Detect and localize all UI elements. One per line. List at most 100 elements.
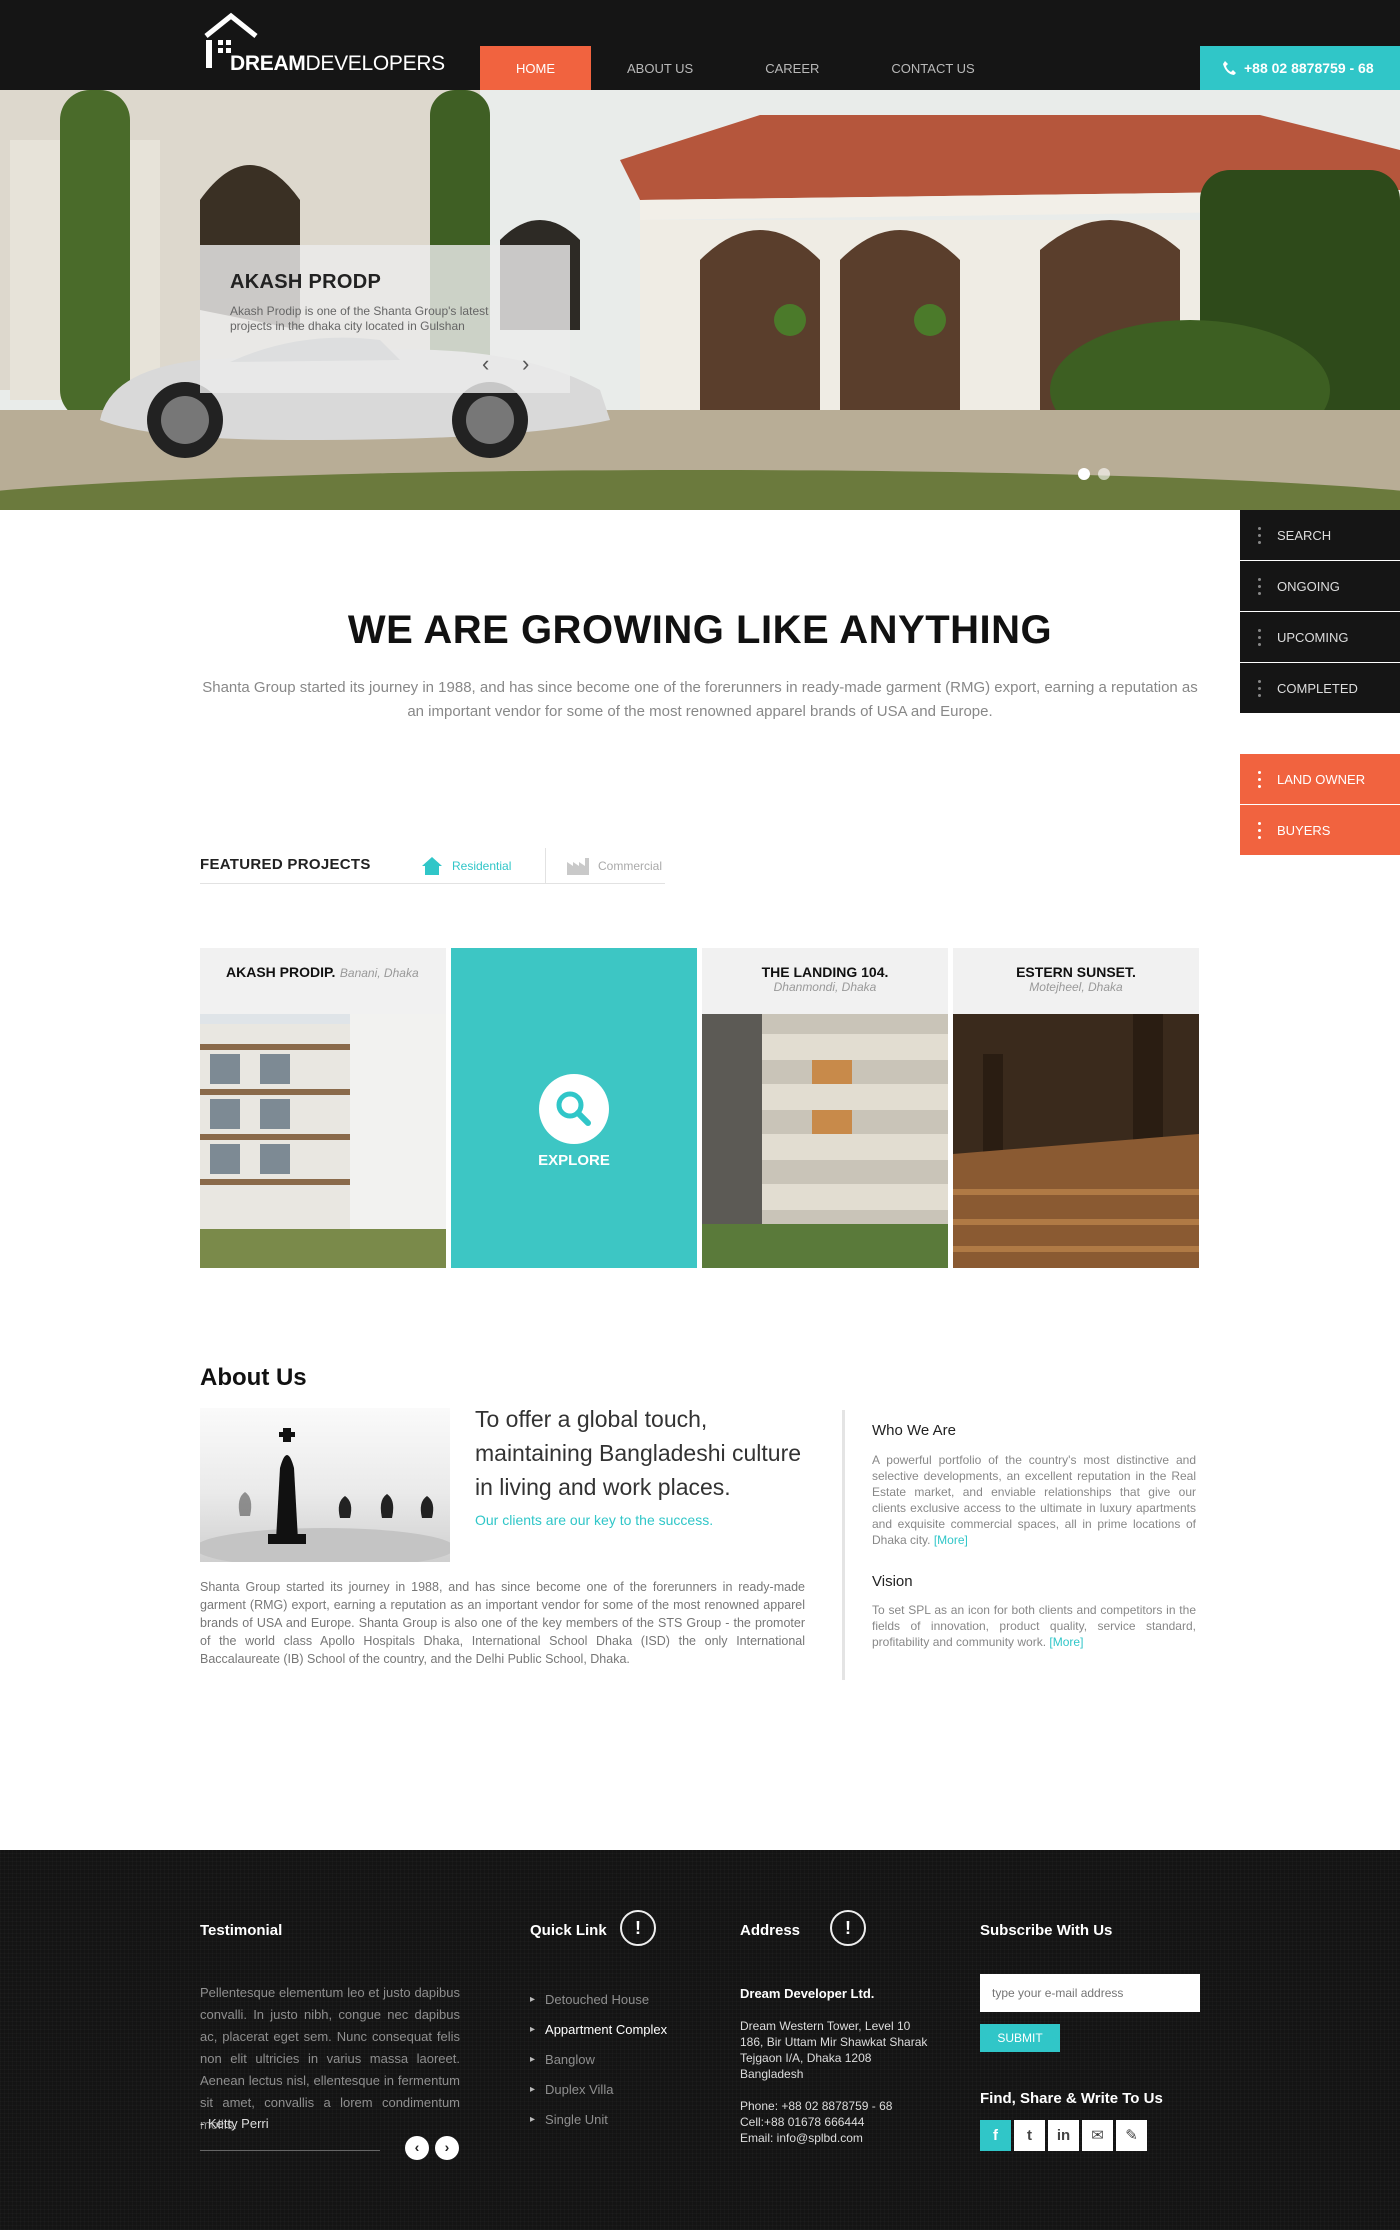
search-icon[interactable] xyxy=(539,1074,609,1144)
address-line: Bangladesh xyxy=(740,2067,804,2081)
explore-card[interactable]: EXPLORE xyxy=(451,948,697,1268)
main-nav: HOME ABOUT US CAREER CONTACT US xyxy=(480,46,1011,90)
address-line: Dream Western Tower, Level 10 xyxy=(740,2019,911,2033)
quicklink-item[interactable]: ▸ Appartment Complex xyxy=(530,2014,667,2044)
quicklink-item[interactable]: ▸ Detouched House xyxy=(530,1984,667,2014)
slide-description: Akash Prodip is one of the Shanta Group'… xyxy=(230,304,489,333)
more-link[interactable]: [More] xyxy=(1049,1635,1083,1649)
side-item-label: BUYERS xyxy=(1277,822,1331,838)
chevron-left-icon[interactable]: ‹ xyxy=(405,2136,429,2160)
vision-text: To set SPL as an icon for both clients a… xyxy=(872,1603,1196,1649)
side-item-label: SEARCH xyxy=(1277,527,1332,543)
explore-label: EXPLORE xyxy=(538,1152,610,1169)
side-item-label: LAND OWNER xyxy=(1277,771,1366,787)
side-item-land-owner[interactable]: LAND OWNER xyxy=(1240,754,1400,804)
intro-text: Shanta Group started its journey in 1988… xyxy=(202,679,1198,720)
side-item-completed[interactable]: COMPLETED xyxy=(1240,663,1400,713)
chevron-right-icon[interactable]: › xyxy=(435,2136,459,2160)
side-item-label: COMPLETED xyxy=(1277,680,1358,696)
house-icon xyxy=(422,857,442,875)
menu-dots-icon xyxy=(1258,679,1261,697)
project-cards: AKASH PRODIP. Banani, Dhaka EXPLORE THE … xyxy=(200,948,1200,1268)
site-footer: Testimonial Pellentesque elementum leo e… xyxy=(0,1850,1400,2230)
chevron-right-icon: ▸ xyxy=(530,1993,536,2005)
about-tagline: Our clients are our key to the success. xyxy=(475,1512,714,1528)
project-name: AKASH PRODIP. xyxy=(226,964,336,980)
menu-dots-icon xyxy=(1258,821,1261,839)
address-line: Tejgaon I/A, Dhaka 1208 xyxy=(740,2051,872,2065)
address-title: Address xyxy=(740,1922,801,1939)
quicklink-item[interactable]: ▸ Banglow xyxy=(530,2044,667,2074)
chevron-right-icon: ▸ xyxy=(530,2083,536,2095)
twitter-icon[interactable]: t xyxy=(1014,2120,1045,2151)
quicklink-title: Quick Link xyxy=(530,1922,607,1939)
logo[interactable]: DREAMDEVELOPERS xyxy=(200,12,445,76)
project-image xyxy=(702,1014,948,1268)
linkedin-icon[interactable]: in xyxy=(1048,2120,1079,2151)
testimonial-title: Testimonial xyxy=(200,1922,283,1939)
phone-icon xyxy=(1223,61,1236,75)
tab-residential[interactable]: Residential xyxy=(420,848,511,884)
about-divider xyxy=(842,1410,845,1680)
nav-about[interactable]: ABOUT US xyxy=(591,46,729,90)
email-field[interactable] xyxy=(980,1974,1200,2012)
factory-icon xyxy=(567,858,589,875)
project-image xyxy=(953,1014,1199,1268)
project-card[interactable]: THE LANDING 104. Dhanmondi, Dhaka xyxy=(702,948,948,1268)
slider-dot[interactable] xyxy=(1078,468,1090,480)
logo-light: DEVELOPERS xyxy=(305,52,446,75)
side-menu: SEARCH ONGOING UPCOMING COMPLETED LAND O… xyxy=(1240,510,1400,856)
project-card[interactable]: AKASH PRODIP. Banani, Dhaka xyxy=(200,948,446,1268)
divider xyxy=(200,2150,380,2151)
project-image xyxy=(200,1014,446,1268)
testimonial-text: Pellentesque elementum leo et justo dapi… xyxy=(200,1985,460,2132)
slide-arrows: ‹ › xyxy=(482,353,542,377)
footer-cell: Cell:+88 01678 666444 xyxy=(740,2115,865,2129)
address-block: Dream Developer Ltd. Dream Western Tower… xyxy=(740,1986,940,2146)
facebook-icon[interactable]: f xyxy=(980,2120,1011,2151)
nav-career[interactable]: CAREER xyxy=(729,46,855,90)
card-label: THE LANDING 104. Dhanmondi, Dhaka xyxy=(702,948,948,1014)
chevron-right-icon: ▸ xyxy=(530,2113,536,2125)
quicklink-item[interactable]: ▸ Single Unit xyxy=(530,2104,667,2134)
nav-home[interactable]: HOME xyxy=(480,46,591,90)
intro-title: WE ARE GROWING LIKE ANYTHING xyxy=(347,608,1053,652)
chevron-right-icon[interactable]: › xyxy=(522,353,542,377)
mail-icon[interactable]: ✉ xyxy=(1082,2120,1113,2151)
footer-email: Email: info@splbd.com xyxy=(740,2131,863,2145)
testimonial-author: - Ketty Perri xyxy=(200,2116,269,2131)
nav-contact[interactable]: CONTACT US xyxy=(855,46,1010,90)
quicklink-item[interactable]: ▸ Duplex Villa xyxy=(530,2074,667,2104)
quicklink-list: ▸ Detouched House ▸ Appartment Complex ▸ Ba… xyxy=(530,1984,667,2134)
about-title: About Us xyxy=(200,1364,307,1391)
chevron-right-icon: ▸ xyxy=(530,2053,536,2065)
card-label: ESTERN SUNSET. Motejheel, Dhaka xyxy=(953,948,1199,1014)
slide-title: AKASH PRODP xyxy=(230,271,382,293)
vision-title: Vision xyxy=(872,1573,913,1590)
pencil-icon[interactable]: ✎ xyxy=(1116,2120,1147,2151)
side-item-ongoing[interactable]: ONGOING xyxy=(1240,561,1400,611)
tab-label: Commercial xyxy=(598,859,663,873)
chevron-left-icon[interactable]: ‹ xyxy=(482,353,502,377)
chess-image xyxy=(200,1408,450,1562)
featured-header: FEATURED PROJECTS Residential Commercial xyxy=(200,848,665,884)
slider-dots xyxy=(1078,468,1110,480)
testimonial-arrows: ‹ › xyxy=(405,2136,459,2160)
more-link[interactable]: [More] xyxy=(934,1533,968,1547)
who-we-are-title: Who We Are xyxy=(872,1422,956,1439)
about-lead: To offer a global touch, maintaining Ban… xyxy=(475,1406,802,1500)
chevron-right-icon: ▸ xyxy=(530,2023,536,2035)
side-item-buyers[interactable]: BUYERS xyxy=(1240,805,1400,855)
phone-box[interactable]: +88 02 8878759 - 68 xyxy=(1200,46,1400,90)
tab-commercial[interactable]: Commercial xyxy=(545,848,662,884)
slide-caption: AKASH PRODP Akash Prodip is one of the S… xyxy=(200,245,570,393)
address-line: 186, Bir Uttam Mir Shawkat Sharak xyxy=(740,2035,928,2049)
menu-dots-icon xyxy=(1258,770,1261,788)
submit-button[interactable]: SUBMIT xyxy=(980,2024,1060,2052)
project-location: Banani, Dhaka xyxy=(339,966,419,980)
subscribe-title: Subscribe With Us xyxy=(980,1922,1113,1939)
menu-dots-icon xyxy=(1258,577,1261,595)
slider-dot[interactable] xyxy=(1098,468,1110,480)
side-item-search[interactable]: SEARCH xyxy=(1240,510,1400,560)
project-card[interactable]: ESTERN SUNSET. Motejheel, Dhaka xyxy=(953,948,1199,1268)
